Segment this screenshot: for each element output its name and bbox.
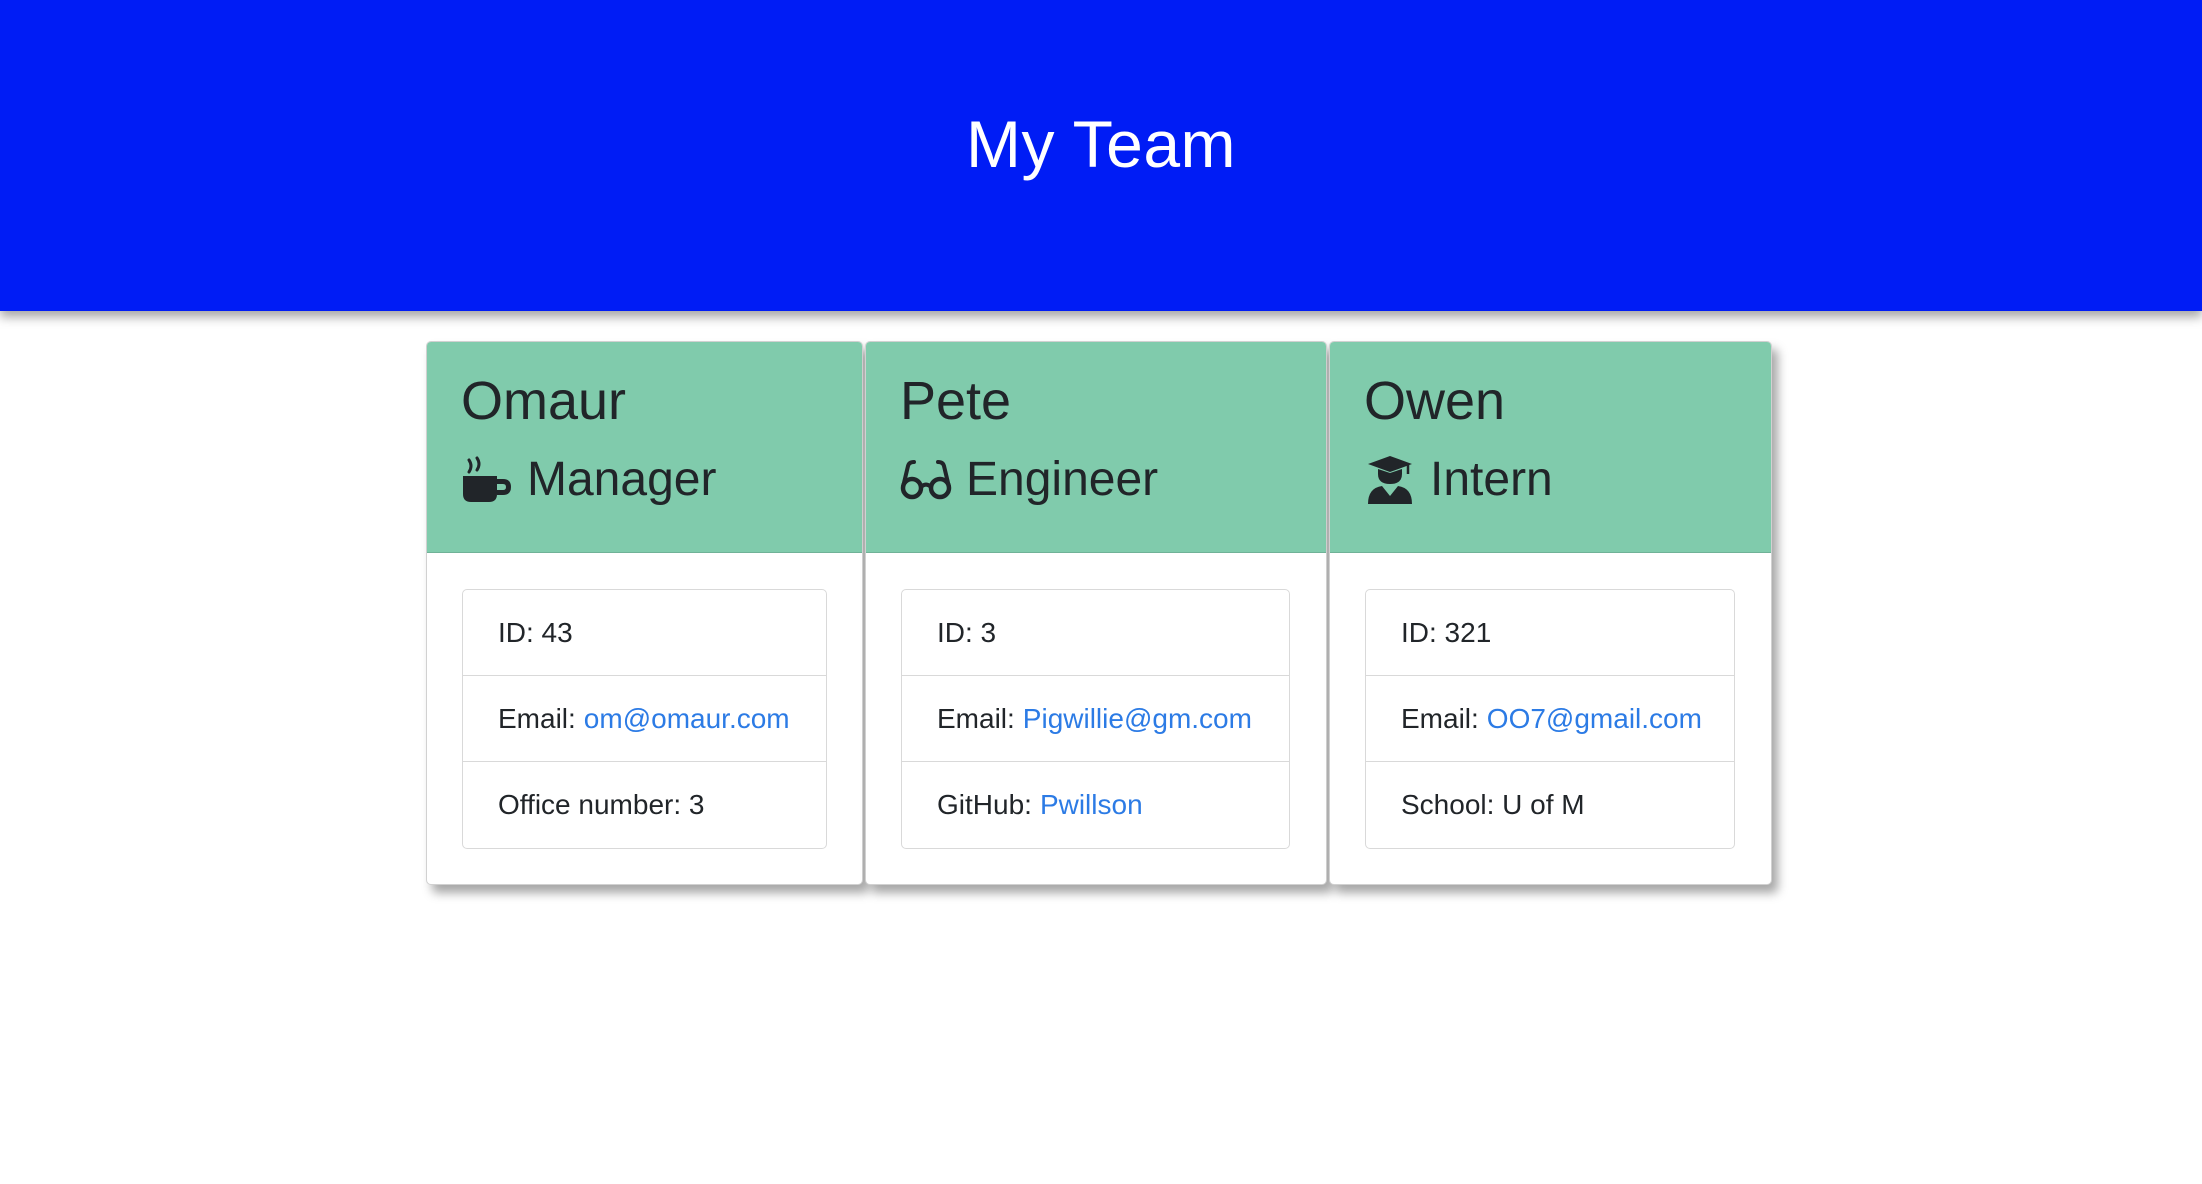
coffee-mug-icon [461, 454, 513, 506]
list-item-office-number: Office number: 3 [498, 789, 705, 820]
card-header: Pete Engineer [866, 342, 1326, 553]
email-label: Email: [937, 702, 1015, 734]
employee-role: Manager [461, 450, 862, 510]
employee-name: Omaur [461, 371, 627, 431]
page-title: My Team [965, 106, 1236, 181]
list-item-id: ID: 43 [463, 590, 826, 676]
graduate-icon [1364, 454, 1416, 506]
list-item-id: ID: 3 [902, 590, 1289, 676]
employee-name: Pete [900, 371, 1012, 431]
email-label: Email: [498, 702, 576, 734]
info-list: ID: 43 Email: om@omaur.com Office number… [462, 589, 827, 849]
employee-card-engineer: Pete Engineer ID: 3 Email: Pigwillie@gm.… [865, 341, 1327, 885]
employee-role: Intern [1364, 450, 1771, 510]
role-label: Engineer [966, 453, 1159, 506]
email-label: Email: [1401, 702, 1479, 734]
email-link[interactable]: om@omaur.com [584, 703, 790, 735]
list-item-school: School: U of M [1401, 789, 1585, 820]
github-link[interactable]: Pwillson [1040, 789, 1143, 821]
list-item-email: Email: om@omaur.com [463, 676, 826, 762]
role-label: Manager [527, 453, 717, 506]
list-item-email: Email: OO7@gmail.com [1366, 676, 1734, 762]
list-item-github: GitHub: Pwillson [902, 762, 1289, 848]
employee-role: Engineer [900, 450, 1326, 510]
list-item-email: Email: Pigwillie@gm.com [902, 676, 1289, 762]
employee-card-intern: Owen Intern ID: 321 Email: OO7@gmail.com… [1329, 341, 1772, 885]
info-list: ID: 3 Email: Pigwillie@gm.com GitHub: Pw… [901, 589, 1290, 849]
role-label: Intern [1430, 453, 1553, 506]
list-item-id: ID: 321 [1366, 590, 1734, 676]
employee-card-manager: Omaur Manager ID: 43 Email: om@omaur.com… [426, 341, 863, 885]
email-link[interactable]: OO7@gmail.com [1487, 703, 1702, 735]
card-header: Omaur Manager [427, 342, 862, 553]
employee-name: Owen [1364, 371, 1506, 431]
email-link[interactable]: Pigwillie@gm.com [1023, 703, 1252, 735]
card-header: Owen Intern [1330, 342, 1771, 553]
github-label: GitHub: [937, 789, 1032, 820]
info-list: ID: 321 Email: OO7@gmail.com School: U o… [1365, 589, 1735, 849]
page-header: My Team [0, 0, 2202, 311]
glasses-icon [900, 454, 952, 506]
